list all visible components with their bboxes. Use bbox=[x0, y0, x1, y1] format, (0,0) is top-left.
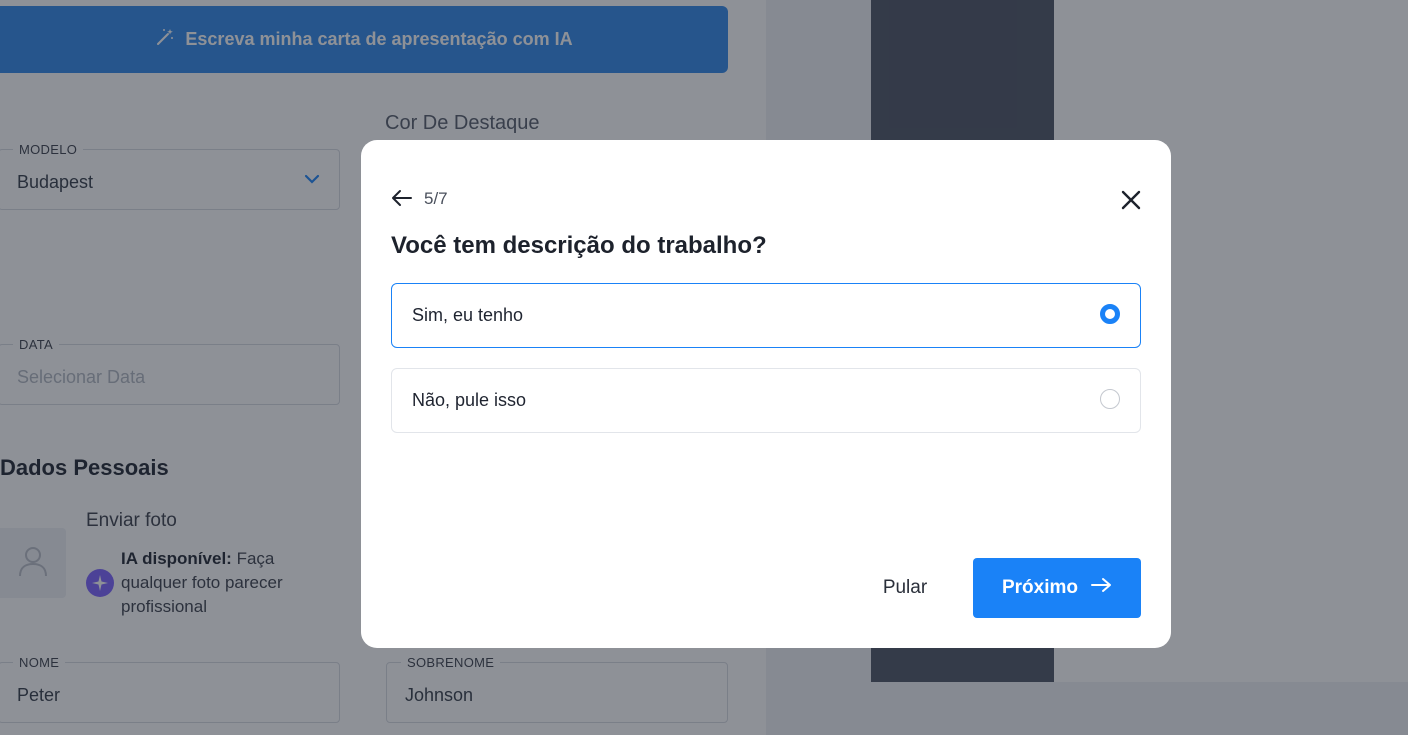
step-counter: 5/7 bbox=[424, 189, 448, 208]
modal-title: Você tem descrição do trabalho? bbox=[391, 232, 767, 259]
option-skip[interactable]: Não, pule isso bbox=[391, 368, 1141, 433]
next-button-label: Próximo bbox=[1001, 577, 1079, 598]
next-button[interactable]: Próximo bbox=[973, 558, 1141, 618]
close-icon[interactable] bbox=[1119, 188, 1143, 212]
option-yes[interactable]: Sim, eu tenho bbox=[391, 283, 1141, 348]
skip-button[interactable]: Pular bbox=[863, 570, 947, 606]
radio-skip[interactable] bbox=[1100, 389, 1120, 409]
option-yes-label: Sim, eu tenho bbox=[412, 305, 524, 325]
option-skip-label: Não, pule isso bbox=[412, 390, 527, 410]
job-description-modal: 5/7 Você tem descrição do trabalho? Sim,… bbox=[361, 140, 1171, 648]
arrow-left-icon[interactable] bbox=[391, 188, 413, 208]
arrow-right-icon bbox=[1090, 576, 1112, 600]
radio-yes[interactable] bbox=[1100, 304, 1120, 324]
